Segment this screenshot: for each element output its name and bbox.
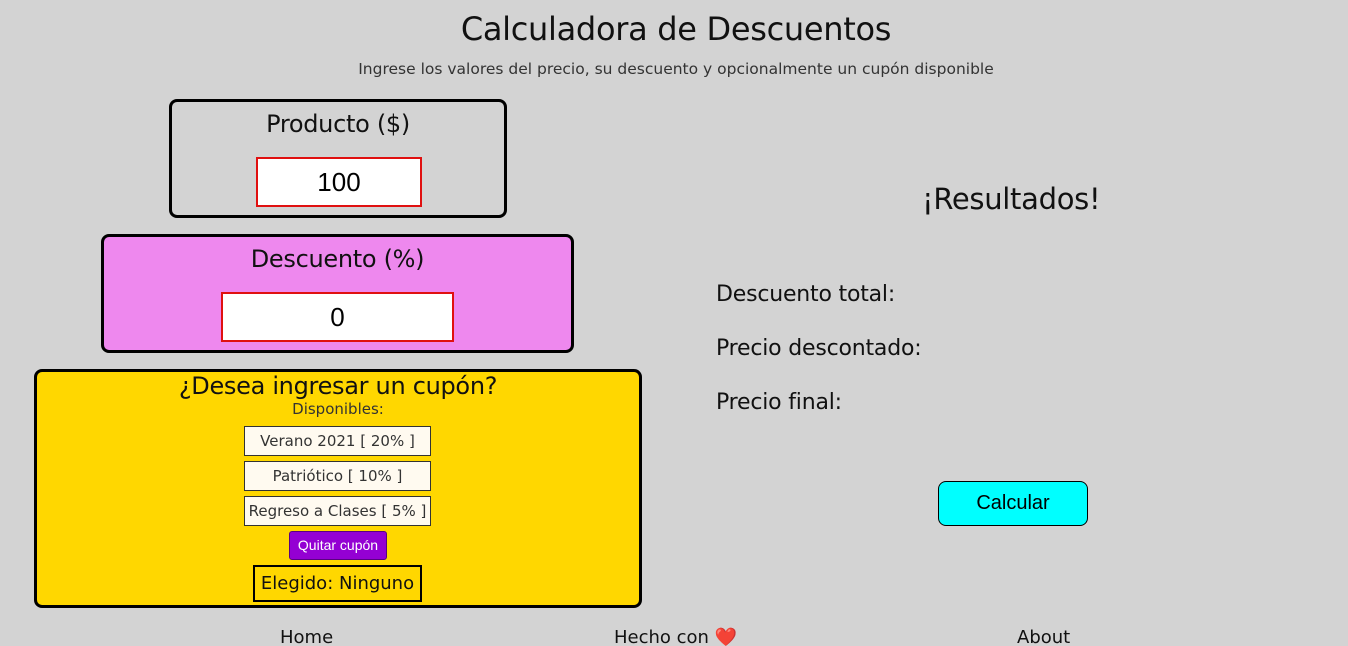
- page: Calculadora de Descuentos Ingrese los va…: [0, 0, 1348, 646]
- remove-coupon-button[interactable]: Quitar cupón: [289, 531, 387, 560]
- calcular-button[interactable]: Calcular: [938, 481, 1088, 526]
- footer-about-link[interactable]: About: [1017, 627, 1070, 646]
- cupon-box: ¿Desea ingresar un cupón? Disponibles: V…: [34, 369, 642, 608]
- producto-input[interactable]: [256, 157, 422, 207]
- precio-descontado-label: Precio descontado:: [716, 336, 922, 361]
- cupon-title: ¿Desea ingresar un cupón?: [178, 372, 498, 400]
- footer-made-with-text: Hecho con: [614, 627, 709, 646]
- producto-box: Producto ($): [169, 99, 507, 218]
- producto-label: Producto ($): [266, 110, 410, 138]
- descuento-input[interactable]: [221, 292, 454, 342]
- coupon-verano-button[interactable]: Verano 2021 [ 20% ]: [244, 426, 431, 456]
- cupon-available-label: Disponibles:: [292, 400, 384, 418]
- page-subtitle: Ingrese los valores del precio, su descu…: [358, 60, 994, 78]
- descuento-label: Descuento (%): [250, 245, 425, 273]
- heart-icon: ❤️: [714, 627, 738, 646]
- page-title: Calculadora de Descuentos: [460, 10, 892, 48]
- precio-final-label: Precio final:: [716, 390, 842, 415]
- selected-coupon-label: Elegido: Ninguno: [253, 565, 422, 602]
- results-title: ¡Resultados!: [922, 182, 1101, 216]
- coupon-patriotico-button[interactable]: Patriótico [ 10% ]: [244, 461, 431, 491]
- footer-home-link[interactable]: Home: [280, 627, 333, 646]
- coupon-regreso-button[interactable]: Regreso a Clases [ 5% ]: [244, 496, 431, 526]
- descuento-box: Descuento (%): [101, 234, 574, 353]
- footer-made-with: Hecho con ❤️: [614, 627, 737, 646]
- descuento-total-label: Descuento total:: [716, 282, 896, 307]
